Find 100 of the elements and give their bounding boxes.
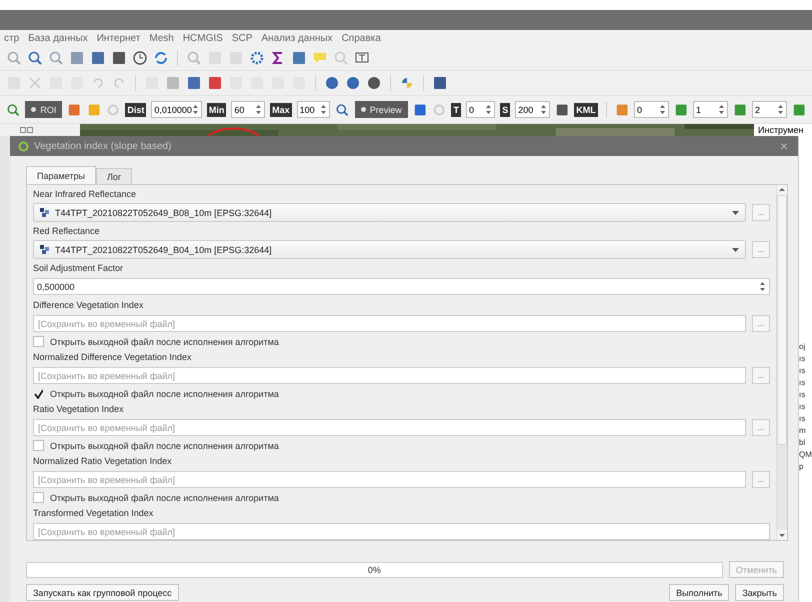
checkbox[interactable] (33, 388, 44, 399)
s-field[interactable]: 200 (515, 101, 550, 118)
parameter-label: Normalized Ratio Vegetation Index (33, 455, 173, 468)
browse-button[interactable]: ... (752, 471, 770, 488)
menu-item[interactable]: База данных (28, 32, 88, 44)
max-label: Max (270, 102, 292, 116)
dialog-title: Vegetation index (slope based) (34, 140, 172, 152)
menu-item[interactable]: стр (4, 32, 20, 44)
scrollbar[interactable] (776, 185, 787, 540)
menu-item[interactable]: Справка (342, 32, 381, 44)
clock-icon[interactable] (132, 50, 148, 66)
spin-arrows-icon[interactable] (718, 104, 725, 115)
menu-item[interactable]: SCP (232, 32, 252, 44)
zoom-icon[interactable] (48, 50, 64, 66)
parameter-label: Ratio Vegetation Index (33, 403, 125, 416)
tab[interactable]: Лог (96, 168, 132, 184)
scroll-up-icon[interactable] (777, 185, 787, 195)
browse-button[interactable]: ... (752, 204, 770, 221)
preview-button[interactable]: Preview (354, 101, 408, 118)
run-button[interactable]: Выполнить (669, 584, 730, 601)
output-file-field[interactable]: [Сохранить во временный файл] (33, 419, 746, 436)
spin-arrows-icon[interactable] (192, 104, 199, 115)
layer-dropdown[interactable]: T44TPT_20210822T052649_B08_10m [EPSG:32644] (33, 203, 746, 222)
gear-icon[interactable] (249, 50, 265, 66)
max-field[interactable]: 100 (296, 101, 330, 118)
text-fragment: ıs (799, 353, 806, 365)
browse-button[interactable]: ... (752, 367, 770, 384)
checkbox-label: Открыть выходной файл после исполнения алгоритма (50, 440, 279, 450)
text-fragment: QM (799, 449, 812, 461)
spin-arrows-icon[interactable] (759, 281, 766, 292)
parameter-label: Soil Adjustment Factor (33, 262, 124, 275)
checkbox[interactable] (33, 440, 44, 451)
menu-item[interactable]: HCMGIS (182, 32, 223, 44)
text-fragment: ıs (799, 377, 806, 389)
layer-dropdown[interactable]: T44TPT_20210822T052649_B04_10m [EPSG:32644] (33, 240, 746, 259)
window-controls-icon[interactable] (20, 127, 34, 133)
zoom-icon[interactable] (6, 102, 20, 118)
checkbox-label: Открыть выходной файл после исполнения алгоритма (50, 388, 279, 398)
output-file-field[interactable]: [Сохранить во временный файл] (33, 523, 770, 540)
scroll-down-icon[interactable] (777, 530, 787, 540)
kml-button[interactable]: KML (574, 102, 598, 116)
progress-bar: 0% (26, 562, 723, 578)
output-file-field[interactable]: [Сохранить во временный файл] (33, 315, 746, 332)
tab[interactable]: Параметры (26, 166, 96, 184)
checkbox[interactable] (33, 492, 44, 503)
spin-arrows-icon[interactable] (540, 104, 547, 115)
zoom-icon[interactable] (335, 102, 350, 118)
menu-item[interactable]: Mesh (149, 32, 174, 44)
parameter-label: Red Reflectance (33, 225, 101, 238)
menu-item[interactable]: Анализ данных (261, 32, 333, 44)
output-file-field[interactable]: [Сохранить во временный файл] (33, 471, 746, 488)
dropdown-arrow-icon (732, 248, 739, 252)
spin-arrows-icon[interactable] (255, 104, 262, 115)
spin-arrows-icon[interactable] (776, 104, 784, 115)
checkbox[interactable] (33, 336, 44, 347)
checkbox-label: Открыть выходной файл после исполнения алгоритма (50, 336, 279, 346)
menu-item[interactable]: Интернет (96, 32, 140, 44)
parameter-label: Transformed Vegetation Index (33, 507, 154, 520)
browse-button[interactable]: ... (752, 241, 770, 258)
dropdown-arrow-icon (732, 210, 739, 214)
checkbox-label: Открыть выходной файл после исполнения алгоритма (50, 492, 279, 502)
logo-icon (18, 140, 29, 152)
parameter-label: Near Infrared Reflectance (33, 188, 138, 201)
zoom-icon[interactable] (6, 50, 22, 66)
browse-button[interactable]: ... (752, 419, 770, 436)
text-fragment: bl (799, 437, 806, 449)
parameter-label: Difference Vegetation Index (33, 299, 144, 312)
parameter-label: Normalized Difference Vegetation Index (33, 351, 192, 364)
spin-arrows-icon[interactable] (485, 104, 492, 115)
close-button[interactable]: Закрыть (735, 584, 784, 601)
t-label: T (451, 102, 461, 116)
panel-title: Инструмен (754, 124, 812, 136)
zoom-icon[interactable] (27, 50, 43, 66)
spin-arrows-icon[interactable] (658, 104, 666, 115)
number-field[interactable]: 0,500000 (33, 278, 770, 295)
roi-button[interactable]: ROI (25, 101, 62, 118)
output-file-field[interactable]: [Сохранить во временный файл] (33, 367, 746, 384)
text-fragment: ıs (799, 365, 806, 377)
min-label: Min (206, 102, 226, 116)
identify-icon[interactable] (186, 50, 202, 66)
dist-field[interactable]: 0,010000 (151, 101, 202, 118)
refresh-icon[interactable] (153, 50, 169, 66)
text-fragment: ıs (799, 389, 806, 401)
browse-button[interactable]: ... (752, 315, 770, 332)
t-field[interactable]: 0 (466, 101, 496, 118)
text-fragment: ıs (799, 413, 806, 425)
checkmark-icon (34, 388, 43, 398)
batch-process-button[interactable]: Запускать как групповой процесс (26, 584, 179, 601)
raster-icon (40, 245, 51, 254)
text-fragment: oj (799, 341, 806, 353)
raster-icon (40, 208, 51, 217)
min-field[interactable]: 60 (231, 101, 266, 118)
text-fragment: p (799, 461, 804, 473)
dist-label: Dist (125, 102, 146, 116)
band-field[interactable]: 2 (752, 101, 787, 118)
s-label: S (500, 102, 510, 116)
band-field[interactable]: 0 (634, 101, 669, 118)
band-field[interactable]: 1 (692, 101, 728, 118)
text-fragment: ıs (799, 401, 806, 413)
spin-arrows-icon[interactable] (320, 104, 328, 115)
